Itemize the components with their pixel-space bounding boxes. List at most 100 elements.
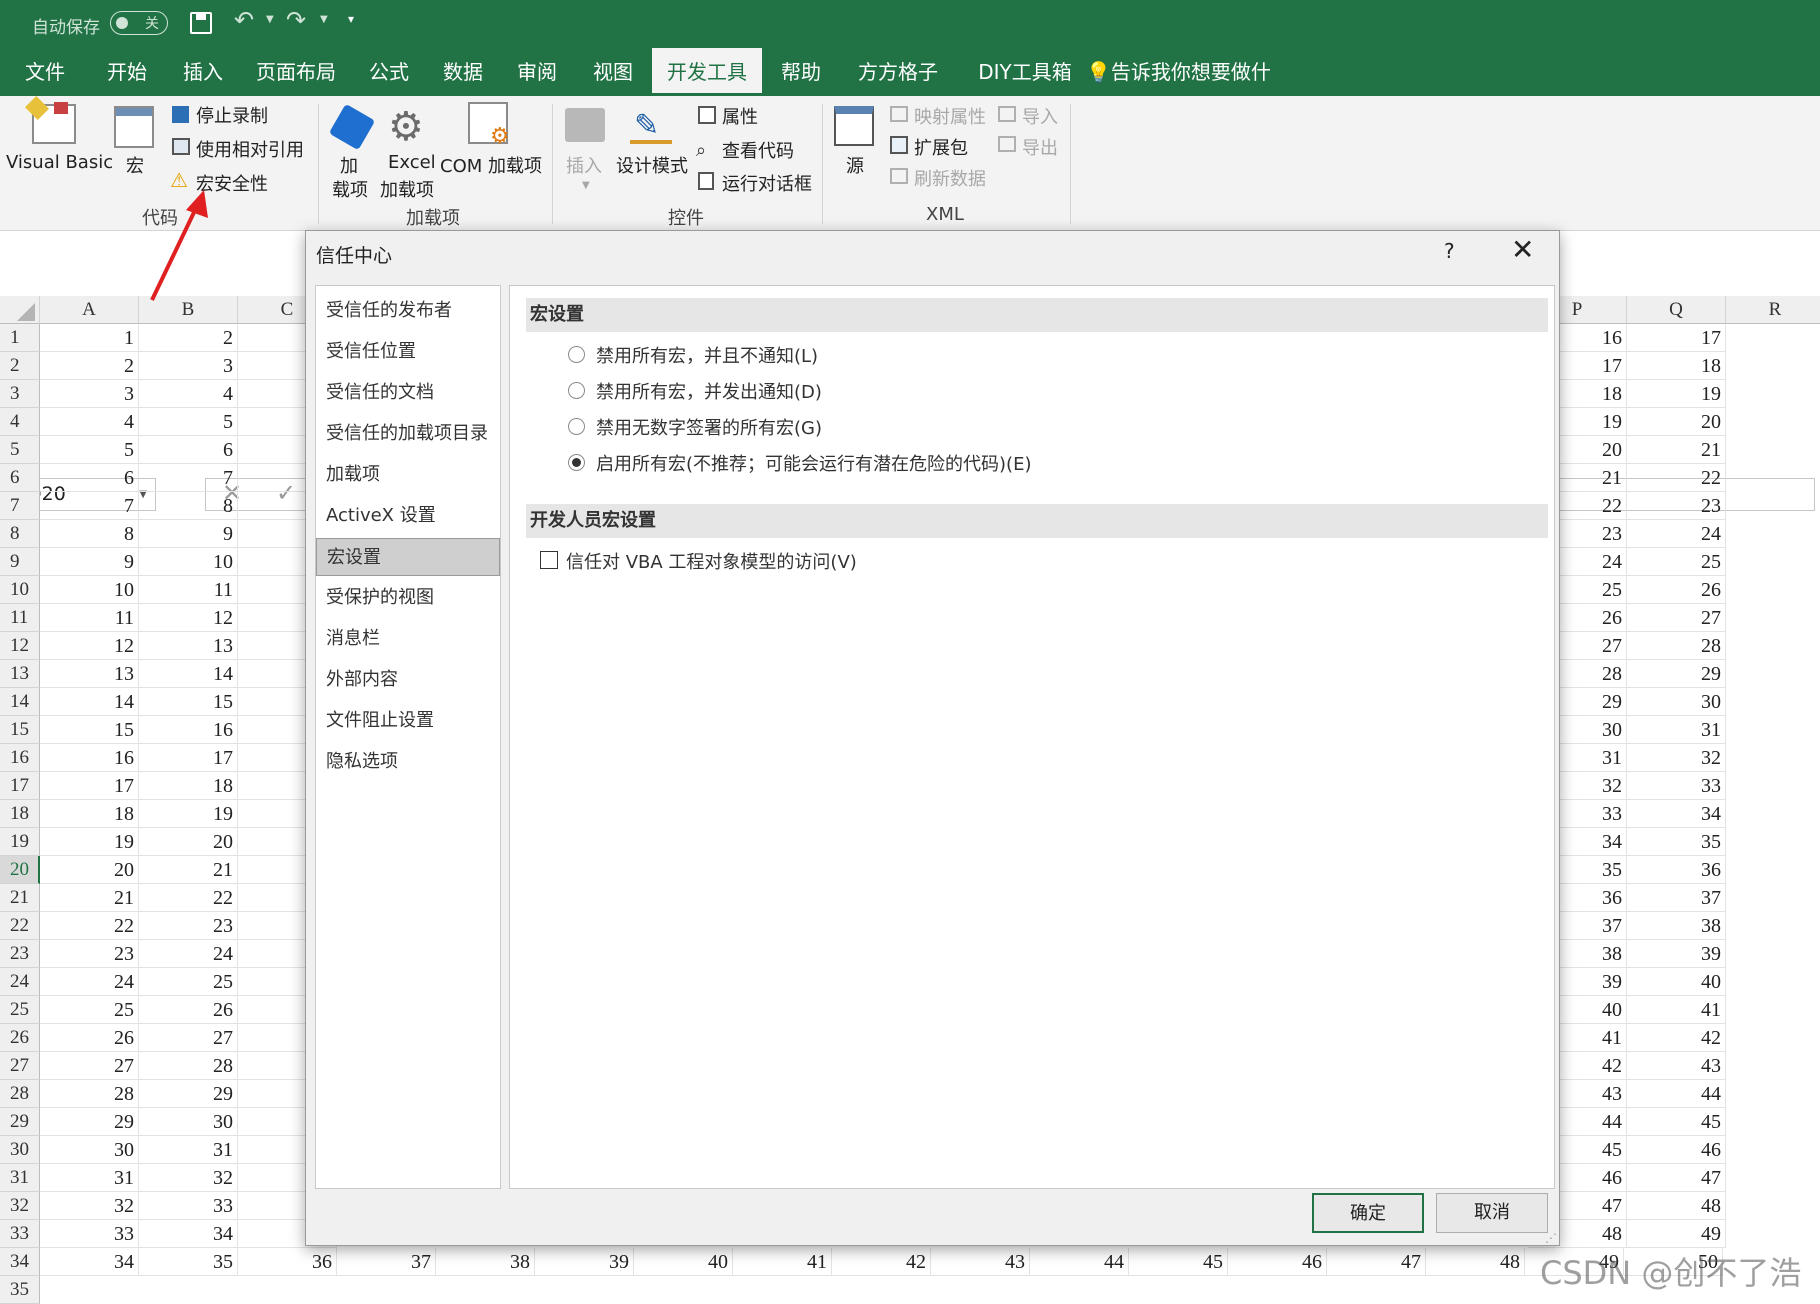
tab-page-layout[interactable]: 页面布局 xyxy=(246,48,346,96)
cell[interactable]: 45 xyxy=(1129,1248,1228,1276)
cell[interactable]: 40 xyxy=(634,1248,733,1276)
cell[interactable]: 44 xyxy=(1030,1248,1129,1276)
run-dialog-button[interactable]: 运行对话框 xyxy=(722,170,812,196)
cell[interactable]: 26 xyxy=(139,996,238,1024)
cell[interactable]: 22 xyxy=(40,912,139,940)
help-button[interactable]: ? xyxy=(1444,239,1455,263)
cell[interactable]: 39 xyxy=(535,1248,634,1276)
save-icon[interactable] xyxy=(190,12,212,34)
import-button[interactable]: 导入 xyxy=(1022,103,1058,129)
insert-controls-button[interactable]: 插入 xyxy=(566,152,602,178)
xml-source-button[interactable]: 源 xyxy=(846,152,864,178)
cell[interactable]: 30 xyxy=(1627,688,1726,716)
cell[interactable]: 29 xyxy=(40,1108,139,1136)
cell[interactable]: 2 xyxy=(40,352,139,380)
cell[interactable]: 41 xyxy=(1627,996,1726,1024)
cell[interactable]: 18 xyxy=(1627,352,1726,380)
cell[interactable]: 15 xyxy=(40,716,139,744)
cell[interactable]: 19 xyxy=(1627,380,1726,408)
cell[interactable]: 32 xyxy=(1627,744,1726,772)
cell[interactable]: 28 xyxy=(139,1052,238,1080)
cell[interactable]: 22 xyxy=(1627,464,1726,492)
redo-icon[interactable]: ↷ xyxy=(286,6,306,34)
ok-button[interactable]: 确定 xyxy=(1312,1193,1424,1233)
cell[interactable]: 48 xyxy=(1426,1248,1525,1276)
cell[interactable]: 32 xyxy=(139,1164,238,1192)
cell[interactable]: 23 xyxy=(1627,492,1726,520)
cell[interactable]: 38 xyxy=(1627,912,1726,940)
export-button[interactable]: 导出 xyxy=(1022,134,1058,160)
row-header[interactable]: 7 xyxy=(0,492,40,520)
cell[interactable]: 12 xyxy=(40,632,139,660)
cell[interactable]: 27 xyxy=(1627,604,1726,632)
cell[interactable]: 41 xyxy=(733,1248,832,1276)
tab-home[interactable]: 开始 xyxy=(92,48,162,96)
cell[interactable]: 48 xyxy=(1627,1192,1726,1220)
cell[interactable]: 38 xyxy=(436,1248,535,1276)
tab-developer[interactable]: 开发工具 xyxy=(652,48,762,96)
radio-enable-all[interactable] xyxy=(568,454,585,471)
row-header[interactable]: 5 xyxy=(0,436,40,464)
option-disable-unsigned[interactable]: 禁用无数字签署的所有宏(G) xyxy=(596,414,822,440)
option-disable-with-notify[interactable]: 禁用所有宏，并发出通知(D) xyxy=(596,378,822,404)
nav-activex-settings[interactable]: ActiveX 设置 xyxy=(316,497,500,535)
column-header-r[interactable]: R xyxy=(1726,296,1820,324)
cell[interactable]: 43 xyxy=(1627,1052,1726,1080)
cell[interactable]: 13 xyxy=(139,632,238,660)
option-disable-no-notify[interactable]: 禁用所有宏，并且不通知(L) xyxy=(596,342,818,368)
cell[interactable]: 5 xyxy=(139,408,238,436)
cell[interactable]: 34 xyxy=(139,1220,238,1248)
row-header[interactable]: 29 xyxy=(0,1108,40,1136)
cell[interactable]: 42 xyxy=(1627,1024,1726,1052)
cell[interactable]: 17 xyxy=(139,744,238,772)
cell[interactable]: 27 xyxy=(40,1052,139,1080)
tab-view[interactable]: 视图 xyxy=(578,48,648,96)
stop-recording-button[interactable]: 停止录制 xyxy=(196,102,268,128)
expansion-packs-button[interactable]: 扩展包 xyxy=(914,134,968,160)
nav-privacy-options[interactable]: 隐私选项 xyxy=(316,743,500,781)
cell[interactable]: 20 xyxy=(40,856,139,884)
excel-addins-button[interactable]: Excel xyxy=(388,152,436,173)
cell[interactable]: 27 xyxy=(139,1024,238,1052)
vba-trust-label[interactable]: 信任对 VBA 工程对象模型的访问(V) xyxy=(566,548,857,574)
cell[interactable]: 16 xyxy=(40,744,139,772)
row-header[interactable]: 18 xyxy=(0,800,40,828)
cell[interactable]: 49 xyxy=(1627,1220,1726,1248)
tab-file[interactable]: 文件 xyxy=(10,48,80,96)
tab-review[interactable]: 审阅 xyxy=(502,48,572,96)
cell[interactable]: 29 xyxy=(139,1080,238,1108)
cell[interactable]: 4 xyxy=(139,380,238,408)
properties-button[interactable]: 属性 xyxy=(722,103,758,129)
cell[interactable]: 35 xyxy=(1627,828,1726,856)
cell[interactable]: 33 xyxy=(1627,772,1726,800)
design-mode-button[interactable]: 设计模式 xyxy=(616,152,688,178)
macros-button[interactable]: 宏 xyxy=(126,152,144,178)
cell[interactable]: 47 xyxy=(1327,1248,1426,1276)
column-header-a[interactable]: A xyxy=(40,296,139,324)
nav-external-content[interactable]: 外部内容 xyxy=(316,661,500,699)
cell[interactable]: 40 xyxy=(1627,968,1726,996)
cell[interactable]: 33 xyxy=(139,1192,238,1220)
cell[interactable]: 34 xyxy=(40,1248,139,1276)
autosave-toggle[interactable]: 关 xyxy=(110,11,168,35)
cell[interactable]: 6 xyxy=(139,436,238,464)
cell[interactable]: 15 xyxy=(139,688,238,716)
cell[interactable]: 36 xyxy=(1627,856,1726,884)
row-header[interactable]: 8 xyxy=(0,520,40,548)
undo-icon[interactable]: ↶ xyxy=(234,6,254,34)
cell[interactable]: 44 xyxy=(1627,1080,1726,1108)
nav-trusted-addin-catalogs[interactable]: 受信任的加载项目录 xyxy=(316,415,500,453)
cell[interactable]: 24 xyxy=(40,968,139,996)
row-header[interactable]: 33 xyxy=(0,1220,40,1248)
row-header[interactable]: 30 xyxy=(0,1136,40,1164)
row-header[interactable]: 32 xyxy=(0,1192,40,1220)
cell[interactable]: 26 xyxy=(40,1024,139,1052)
cell[interactable]: 16 xyxy=(139,716,238,744)
cell[interactable]: 14 xyxy=(139,660,238,688)
cell[interactable]: 42 xyxy=(832,1248,931,1276)
row-header[interactable]: 9 xyxy=(0,548,40,576)
cell[interactable]: 4 xyxy=(40,408,139,436)
row-header[interactable]: 22 xyxy=(0,912,40,940)
relative-reference-button[interactable]: 使用相对引用 xyxy=(196,136,304,162)
row-header[interactable]: 35 xyxy=(0,1276,40,1304)
